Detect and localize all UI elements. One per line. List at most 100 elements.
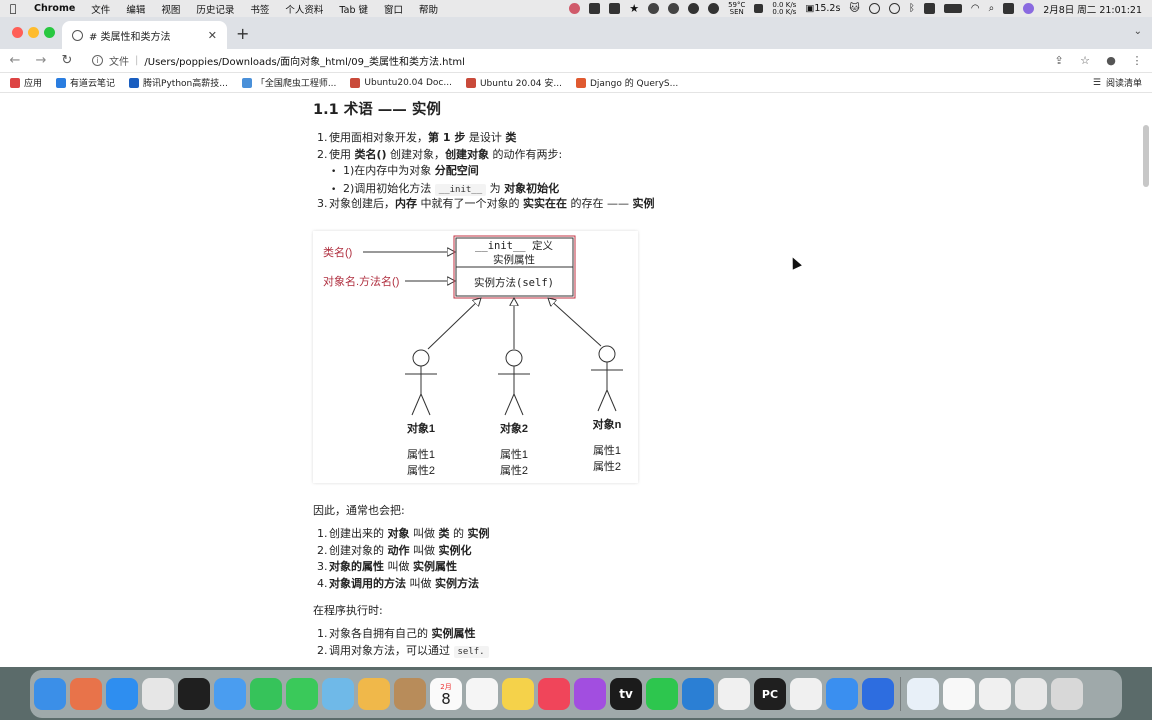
launchpad-icon[interactable] [70,678,102,710]
forward-button[interactable]: → [34,53,48,68]
podcasts-icon[interactable] [574,678,606,710]
menu-view[interactable]: 视图 [153,2,188,16]
text: 调用初始化方法 [354,181,435,195]
text: 调用对象方法，可以通过 [329,643,454,657]
minimize-window-button[interactable] [28,27,39,38]
calendar-icon[interactable]: 2月 8 [430,678,462,710]
back-button[interactable]: ← [8,53,22,68]
bluetooth-icon[interactable]: ᛒ [909,3,915,14]
url-text[interactable]: /Users/poppies/Downloads/面向对象_html/09_类属… [144,53,465,68]
bookmark-django[interactable]: Django 的 QueryS... [575,76,678,89]
page-scrollbar[interactable] [1143,125,1149,187]
list-number: 3. [317,197,328,210]
more-menu-icon[interactable]: ⋮ [1130,54,1144,67]
tv-icon[interactable]: tv [610,678,642,710]
bookmark-tencent-python[interactable]: 腾讯Python高薪技... [129,76,228,89]
stocks-icon[interactable] [907,678,939,710]
apple-menu-icon[interactable]:  [0,2,26,15]
wifi-icon[interactable]: ◠ [971,3,980,14]
close-tab-icon[interactable]: ✕ [208,29,217,42]
timer-widget[interactable]: ▣15.2s [805,3,840,14]
text: 使用 [329,147,355,161]
bookmark-star-icon[interactable]: ☆ [1078,54,1092,67]
pycharm-icon[interactable]: PC [754,678,786,710]
play-icon[interactable] [868,3,880,14]
baidu-netdisk-icon[interactable] [790,678,822,710]
notes-icon[interactable] [502,678,534,710]
qq-browser-icon[interactable] [826,678,858,710]
finder-icon[interactable] [34,678,66,710]
search-icon[interactable]: ⌕ [989,3,995,14]
music-icon[interactable] [538,678,570,710]
menu-tab[interactable]: Tab 键 [331,2,376,16]
terminal-icon[interactable] [178,678,210,710]
bookmark-apps[interactable]: 应用 [10,76,42,89]
bookmark-ubuntu-install[interactable]: Ubuntu 20.04 安... [465,76,562,89]
file-window-icon[interactable] [1015,678,1047,710]
zoom-window-button[interactable] [44,27,55,38]
maps-icon[interactable] [322,678,354,710]
grid-icon[interactable] [609,3,621,14]
close-window-button[interactable] [12,27,23,38]
menu-bookmarks[interactable]: 书签 [242,2,277,16]
weather-widget[interactable]: 59°C SEN [728,1,745,16]
sublist-item: • 1)在内存中为对象 分配空间 [331,163,559,181]
tab-strip: # 类属性和类方法 ✕ + ⌄ [0,17,1152,49]
preview-icon[interactable] [979,678,1011,710]
reload-button[interactable]: ↻ [60,53,74,68]
messages-icon[interactable] [286,678,318,710]
wechat-icon[interactable] [646,678,678,710]
reading-list-button[interactable]: ☰ 阅读清单 [1093,76,1142,90]
profile-avatar-icon[interactable]: ● [1104,54,1118,67]
document-icon[interactable] [943,678,975,710]
control-center-icon[interactable] [1003,3,1015,14]
menu-edit[interactable]: 编辑 [118,2,153,16]
bold-text: 实例化 [438,543,472,557]
info-icon[interactable]: i [92,55,103,66]
url-scheme-label: 文件 [109,57,129,68]
box-init-line1: __init__ 定义 [475,239,553,252]
siri-icon[interactable] [1023,3,1035,14]
address-bar[interactable]: i 文件 | /Users/poppies/Downloads/面向对象_htm… [86,50,1040,72]
star-icon[interactable]: ★ [629,2,639,15]
qq-icon[interactable] [718,678,750,710]
safari-icon[interactable] [106,678,138,710]
menu-file[interactable]: 文件 [83,2,118,16]
list-number: 1. [317,131,328,144]
menu-help[interactable]: 帮助 [411,2,446,16]
clock-datetime[interactable]: 2月8日 周二 21:01:21 [1043,2,1142,16]
contacts-icon[interactable] [394,678,426,710]
bookmark-crawler[interactable]: 「全国爬虫工程师... [241,76,336,89]
tab-search-chevron-icon[interactable]: ⌄ [1134,26,1142,37]
menu-window[interactable]: 窗口 [376,2,411,16]
menu-profile[interactable]: 个人资料 [277,2,331,16]
bold-text: 实例方法 [435,576,479,590]
trash-icon[interactable] [1051,678,1083,710]
wechat-tray-icon[interactable] [708,3,720,14]
reminders-icon[interactable] [466,678,498,710]
cloud-icon[interactable] [668,3,680,14]
battery-icon[interactable] [943,4,962,13]
menu-app-chrome[interactable]: Chrome [26,3,83,14]
bell-icon[interactable] [688,3,700,14]
screen-recorder-icon[interactable] [862,678,894,710]
menu-history[interactable]: 历史记录 [188,2,242,16]
tab-active[interactable]: # 类属性和类方法 ✕ [62,21,227,49]
share-icon[interactable]: ⇪ [1052,54,1066,67]
youdao-icon [56,77,67,88]
chat-icon[interactable] [648,3,660,14]
cat-icon[interactable]: 🐱 [849,3,859,14]
chrome-icon[interactable] [142,678,174,710]
mail-icon[interactable] [214,678,246,710]
new-tab-button[interactable]: + [236,24,249,43]
app-status-icon[interactable] [569,3,581,14]
clipboard-icon[interactable] [923,3,935,14]
tray-app-icon[interactable] [589,3,601,14]
vscode-icon[interactable] [682,678,714,710]
bookmark-youdao[interactable]: 有道云笔记 [56,76,115,89]
photos-icon[interactable] [358,678,390,710]
bookmark-ubuntu-doc[interactable]: Ubuntu20.04 Doc... [350,77,452,88]
clock-icon[interactable] [888,3,900,14]
cpu-icon[interactable] [754,4,764,13]
facetime-icon[interactable] [250,678,282,710]
